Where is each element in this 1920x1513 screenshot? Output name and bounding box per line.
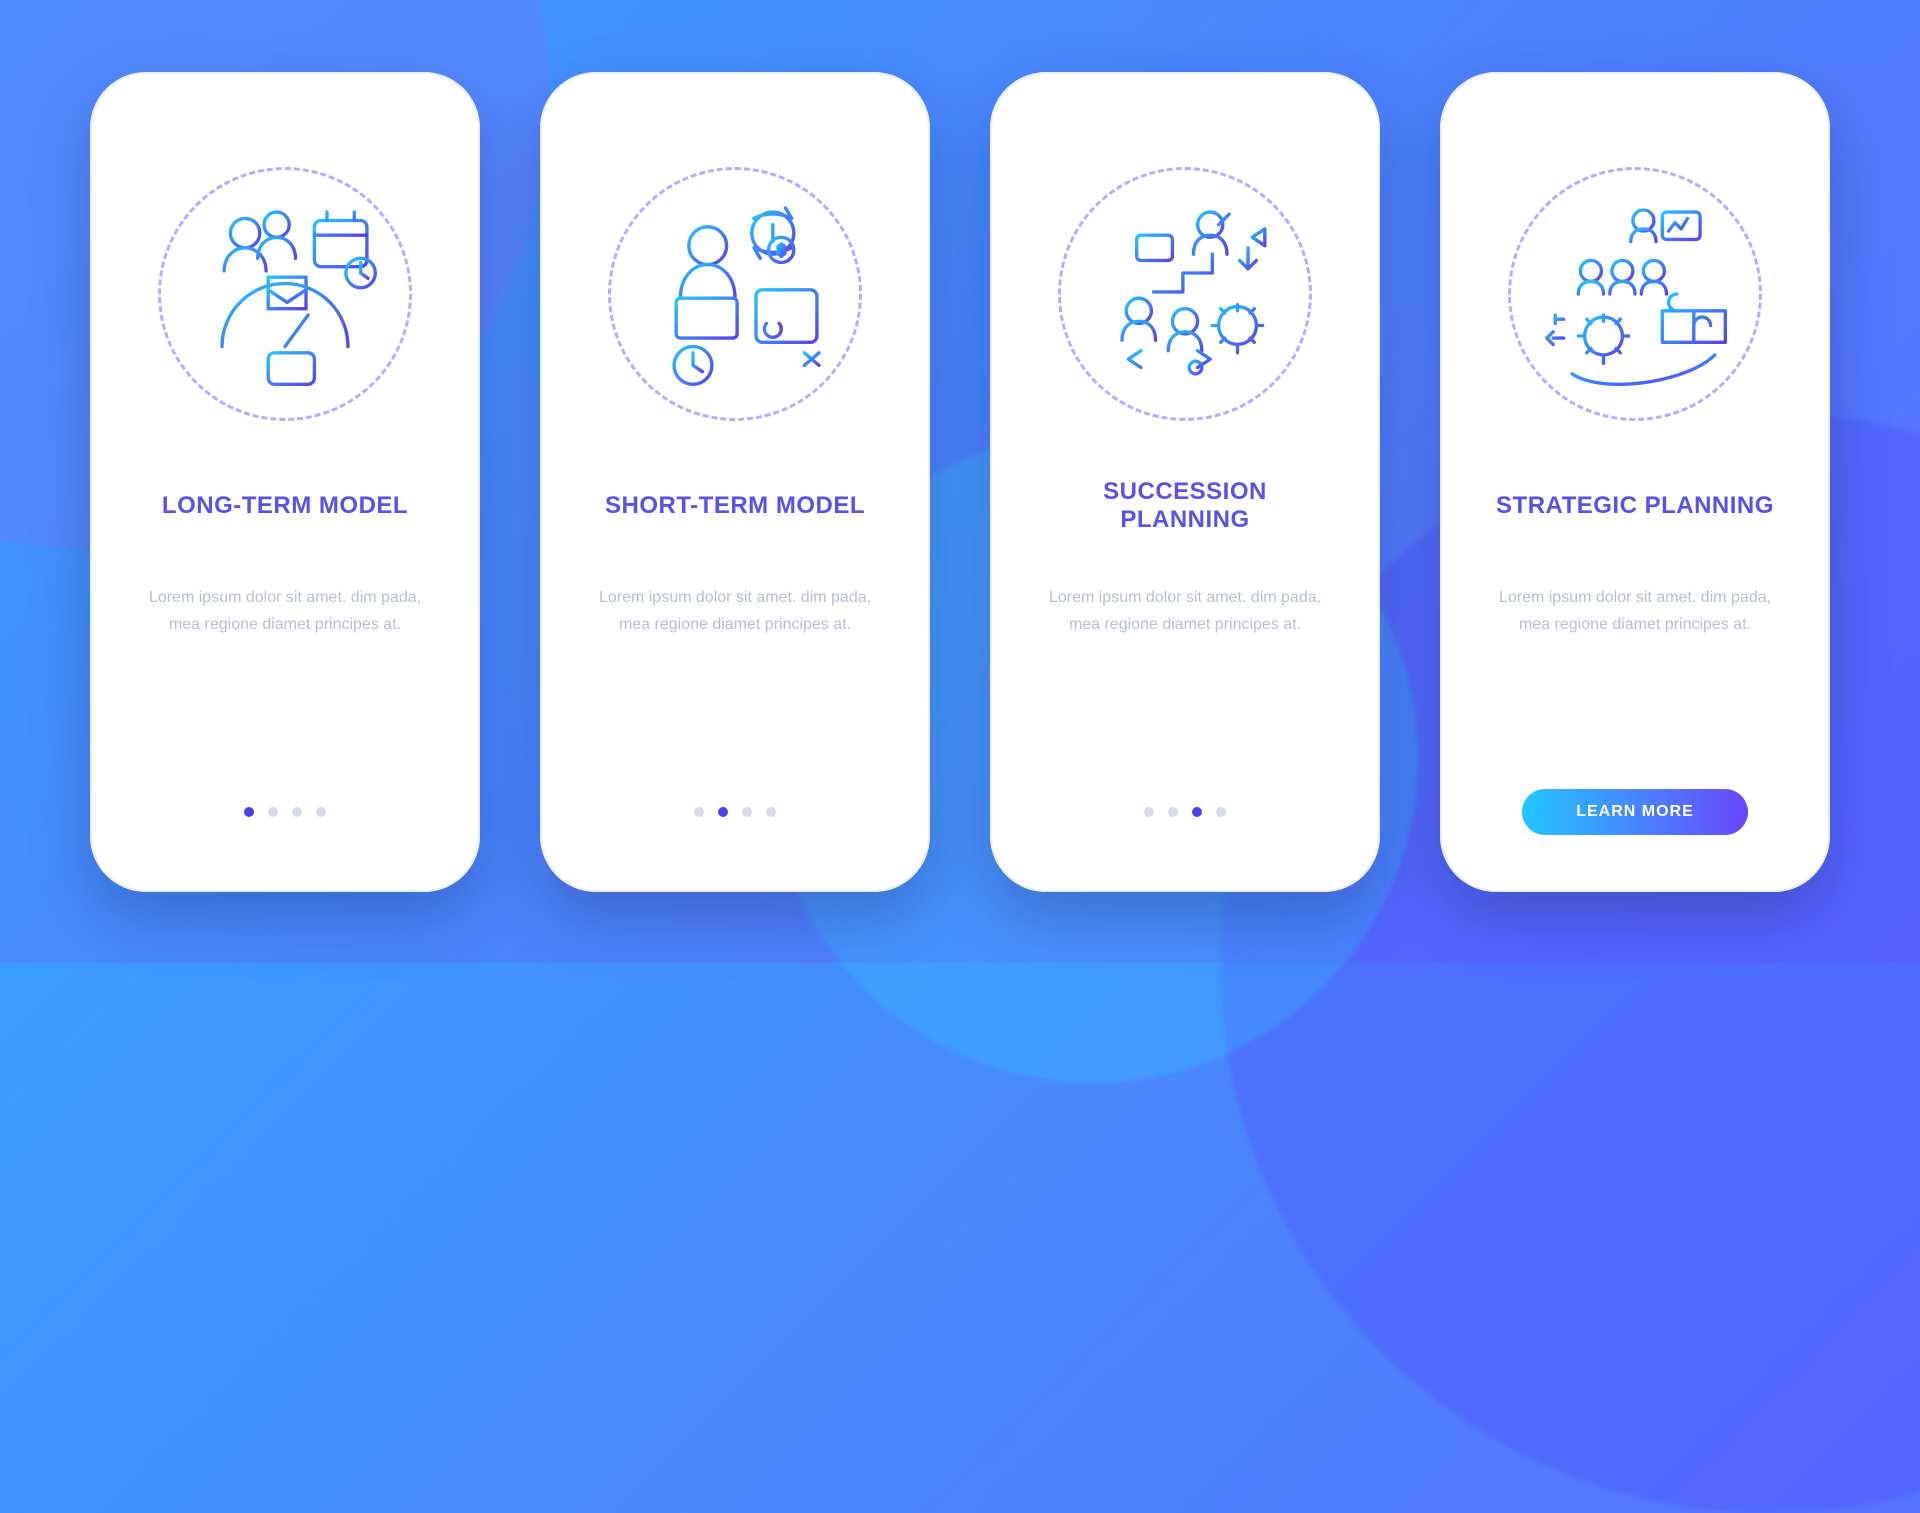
pagination bbox=[582, 784, 888, 840]
career-path-icon bbox=[1055, 164, 1315, 424]
page-dot[interactable] bbox=[1144, 807, 1154, 817]
slide-description: Lorem ipsum dolor sit amet. dim pada, me… bbox=[132, 584, 438, 694]
slide-description: Lorem ipsum dolor sit amet. dim pada, me… bbox=[1032, 584, 1338, 694]
onboarding-screen[interactable]: SUCCESSION PLANNING Lorem ipsum dolor si… bbox=[1002, 84, 1368, 880]
slide-description: Lorem ipsum dolor sit amet. dim pada, me… bbox=[1482, 584, 1788, 694]
page-dot[interactable] bbox=[742, 807, 752, 817]
page-dot[interactable] bbox=[1192, 807, 1202, 817]
phone-strategic: STRATEGIC PLANNING Lorem ipsum dolor sit… bbox=[1440, 72, 1830, 892]
page-dot[interactable] bbox=[1216, 807, 1226, 817]
pagination bbox=[1032, 784, 1338, 840]
slide-title: SUCCESSION PLANNING bbox=[1032, 474, 1338, 538]
slide-description: Lorem ipsum dolor sit amet. dim pada, me… bbox=[582, 584, 888, 694]
phone-long-term: LONG-TERM MODEL Lorem ipsum dolor sit am… bbox=[90, 72, 480, 892]
page-dot[interactable] bbox=[718, 807, 728, 817]
page-dot[interactable] bbox=[268, 807, 278, 817]
svg-text:$: $ bbox=[777, 243, 785, 259]
page-dot[interactable] bbox=[1168, 807, 1178, 817]
onboarding-row: LONG-TERM MODEL Lorem ipsum dolor sit am… bbox=[90, 72, 1830, 892]
onboarding-screen[interactable]: LONG-TERM MODEL Lorem ipsum dolor sit am… bbox=[102, 84, 468, 880]
slide-title: LONG-TERM MODEL bbox=[152, 474, 418, 538]
onboarding-screen[interactable]: STRATEGIC PLANNING Lorem ipsum dolor sit… bbox=[1452, 84, 1818, 880]
page-dot[interactable] bbox=[694, 807, 704, 817]
pagination bbox=[132, 784, 438, 840]
page-dot[interactable] bbox=[244, 807, 254, 817]
page-dot[interactable] bbox=[316, 807, 326, 817]
cycle-money-clock-icon: $ bbox=[605, 164, 865, 424]
org-puzzle-icon bbox=[1505, 164, 1765, 424]
page-dot[interactable] bbox=[292, 807, 302, 817]
phone-short-term: $ SHORT-TERM MODEL Lorem ipsum dolor sit… bbox=[540, 72, 930, 892]
slide-title: SHORT-TERM MODEL bbox=[595, 474, 875, 538]
learn-more-button[interactable]: LEARN MORE bbox=[1522, 789, 1748, 835]
phone-succession: SUCCESSION PLANNING Lorem ipsum dolor si… bbox=[990, 72, 1380, 892]
calendar-team-gauge-icon bbox=[155, 164, 415, 424]
onboarding-screen[interactable]: $ SHORT-TERM MODEL Lorem ipsum dolor sit… bbox=[552, 84, 918, 880]
slide-title: STRATEGIC PLANNING bbox=[1486, 474, 1784, 538]
page-dot[interactable] bbox=[766, 807, 776, 817]
cta-footer: LEARN MORE bbox=[1482, 784, 1788, 840]
